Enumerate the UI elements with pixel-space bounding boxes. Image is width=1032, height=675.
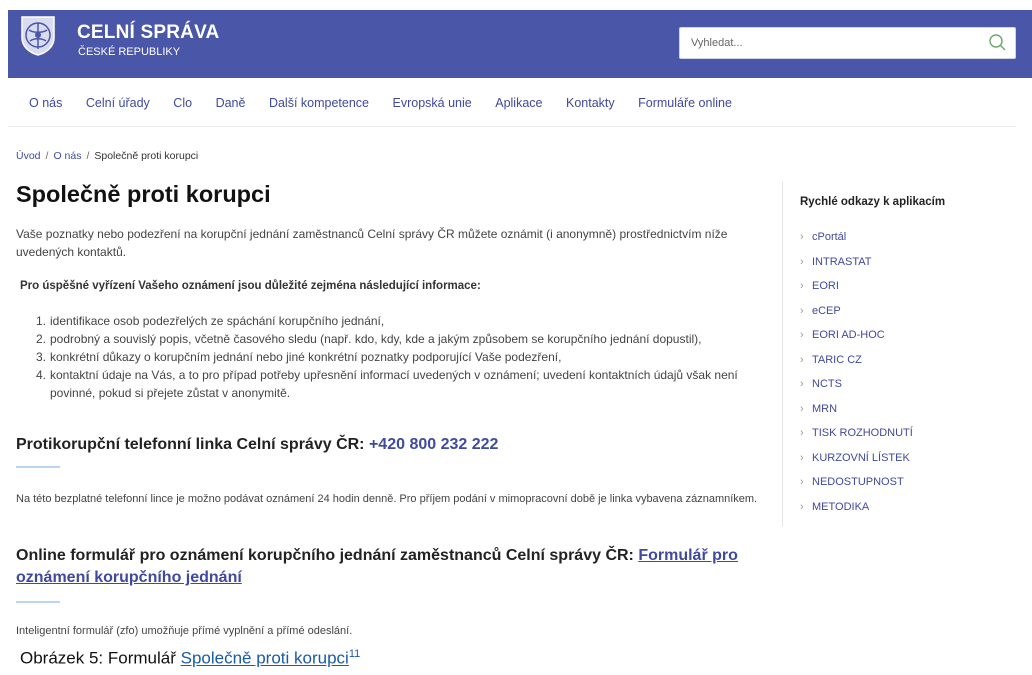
list-item: 2. podrobný a souvislý popis, včetně časo…: [36, 332, 702, 346]
phone-paragraph: Na této bezplatné telefonní lince je mož…: [16, 493, 758, 505]
brand-title[interactable]: CELNÍ SPRÁVA: [77, 22, 219, 44]
info-requirements-heading: Pro úspěšné vyřízení Vašeho oznámení jso…: [20, 280, 481, 292]
phone-link[interactable]: +420 800 232 222: [369, 436, 498, 453]
brand-subtitle[interactable]: ČESKÉ REPUBLIKY: [78, 46, 180, 58]
sidebar-item-kurzovni-listek: › KURZOVNÍ LÍSTEK: [800, 451, 910, 464]
nav-item-clo[interactable]: Clo: [173, 96, 192, 110]
sidebar-item-ncts: › NCTS: [800, 378, 842, 391]
nav-item-kontakty[interactable]: Kontakty: [566, 96, 615, 110]
info-requirements-list: 1. identifikace osob podezřelých ze spách…: [36, 312, 776, 402]
sidebar-item-cportal: › cPortál: [800, 231, 847, 244]
list-item: 4. kontaktní údaje na Vás, a to pro přípa…: [36, 368, 738, 400]
phone-heading: Protikorupční telefonní linka Celní sprá…: [16, 436, 499, 453]
footnote-marker: 11: [348, 648, 361, 660]
chevron-right-icon: ›: [800, 500, 804, 513]
search-input[interactable]: [680, 28, 980, 58]
chevron-right-icon: ›: [800, 402, 804, 415]
chevron-right-icon: ›: [800, 280, 804, 293]
chevron-right-icon: ›: [800, 451, 804, 464]
figure-caption: Obrázek 5: Formulář Společně proti korup…: [20, 648, 361, 668]
chevron-right-icon: ›: [800, 304, 804, 317]
page-title: Společně proti korupci: [16, 181, 271, 207]
breadcrumb: Úvod / O nás / Společně proti korupci: [16, 150, 198, 162]
heading-underline: [16, 601, 60, 603]
main-nav: O nás Celní úřady Clo Daně Další kompete…: [29, 96, 755, 110]
chevron-right-icon: ›: [800, 476, 804, 489]
search-icon[interactable]: [987, 33, 1007, 53]
chevron-right-icon: ›: [800, 231, 804, 244]
chevron-right-icon: ›: [800, 427, 804, 440]
breadcrumb-separator: /: [45, 150, 49, 162]
customs-emblem-icon[interactable]: [18, 14, 58, 56]
nav-divider: [8, 126, 1016, 127]
breadcrumb-separator: /: [86, 150, 90, 162]
quick-links-list: › cPortál › INTRASTAT › EORI › eCEP › EORI AD…: [800, 225, 913, 519]
breadcrumb-home[interactable]: Úvod: [16, 150, 41, 162]
list-item: 3. konkrétní důkazy o korupčním jednání n…: [36, 350, 562, 364]
nav-item-formulare-online[interactable]: Formuláře online: [638, 96, 732, 110]
nav-item-evropska-unie[interactable]: Evropská unie: [393, 96, 472, 110]
sidebar-item-tisk-rozhodnuti: › TISK ROZHODNUTÍ: [800, 427, 913, 440]
intro-paragraph: Vaše poznatky nebo podezření na korupční…: [16, 227, 728, 259]
chevron-right-icon: ›: [800, 255, 804, 268]
sidebar-item-mrn: › MRN: [800, 402, 838, 415]
sidebar-item-taric-cz: › TARIC CZ: [800, 353, 862, 366]
sidebar-item-ecep: › eCEP: [800, 304, 841, 317]
sidebar-item-nedostupnost: › NEDOSTUPNOST: [800, 476, 904, 489]
sidebar-item-eori: › EORI: [800, 280, 839, 293]
nav-item-celni-urady[interactable]: Celní úřady: [86, 96, 150, 110]
sidebar-item-eori-ad-hoc: › EORI AD-HOC: [800, 329, 885, 342]
sidebar-title: Rychlé odkazy k aplikacím: [800, 196, 946, 208]
nav-item-o-nas[interactable]: O nás: [29, 96, 62, 110]
nav-item-dane[interactable]: Daně: [216, 96, 246, 110]
chevron-right-icon: ›: [800, 329, 804, 342]
zfo-paragraph: Inteligentní formulář (zfo) umožňuje pří…: [16, 625, 353, 637]
caption-link[interactable]: Společně proti korupci: [181, 649, 349, 668]
sidebar-divider: [782, 181, 783, 526]
breadcrumb-current: Společně proti korupci: [94, 150, 199, 162]
nav-item-dalsi-kompetence[interactable]: Další kompetence: [269, 96, 369, 110]
heading-underline: [16, 466, 60, 468]
chevron-right-icon: ›: [800, 353, 804, 366]
nav-item-aplikace[interactable]: Aplikace: [495, 96, 542, 110]
list-item: 1. identifikace osob podezřelých ze spách…: [36, 314, 385, 328]
breadcrumb-o-nas[interactable]: O nás: [53, 150, 81, 162]
sidebar-item-metodika: › METODIKA: [800, 500, 870, 513]
sidebar-item-intrastat: › INTRASTAT: [800, 255, 872, 268]
chevron-right-icon: ›: [800, 378, 804, 391]
search-box: [679, 27, 1016, 59]
online-form-heading: Online formulář pro oznámení korupčního …: [16, 547, 738, 586]
site-header: CELNÍ SPRÁVA ČESKÉ REPUBLIKY: [8, 10, 1032, 78]
